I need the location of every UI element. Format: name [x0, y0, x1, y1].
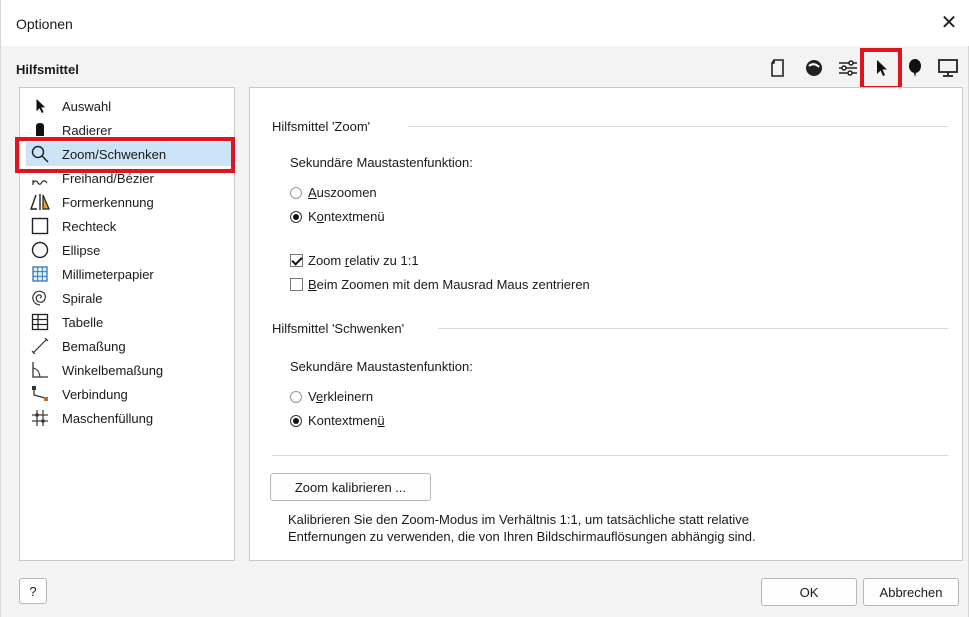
radio-verkleinern[interactable]: Verkleinern: [290, 389, 373, 404]
radio-label: Kontextmenü: [308, 209, 385, 224]
nav-label: Zoom/Schwenken: [62, 146, 167, 162]
checkbox[interactable]: [290, 254, 303, 267]
radio-button[interactable]: [290, 414, 302, 427]
nav-item-auswahl[interactable]: Auswahl: [26, 94, 232, 118]
title-bar: Optionen ✕: [1, 0, 969, 46]
color-ball-icon[interactable]: [801, 54, 827, 82]
nav-label: Formerkennung: [62, 194, 154, 210]
pan-secondary-label: Sekundäre Maustastenfunktion:: [290, 359, 473, 374]
radio-button[interactable]: [290, 210, 302, 223]
settings-panel: Hilfsmittel 'Zoom' Sekundäre Maustastenf…: [249, 87, 963, 561]
nav-item-winkelbemassung[interactable]: Winkelbemaßung: [26, 358, 232, 382]
monitor-icon[interactable]: [935, 54, 961, 82]
sliders-icon[interactable]: [835, 54, 861, 82]
radio-kontextmenue-zoom[interactable]: Kontextmenü: [290, 209, 385, 224]
zoom-group-label: Hilfsmittel 'Zoom': [272, 119, 371, 134]
angle-dimension-icon: [29, 359, 51, 381]
calibrate-zoom-button[interactable]: Zoom kalibrieren ...: [270, 473, 431, 501]
divider: [272, 455, 948, 456]
radio-button[interactable]: [290, 390, 302, 403]
pointer-icon: [29, 95, 51, 117]
nav-item-rechteck[interactable]: Rechteck: [26, 214, 232, 238]
pan-group-label: Hilfsmittel 'Schwenken': [272, 321, 405, 336]
section-title: Hilfsmittel: [16, 62, 79, 77]
check-zoom-relativ[interactable]: Zoom relativ zu 1:1: [290, 253, 419, 268]
nav-item-bemassung[interactable]: Bemaßung: [26, 334, 232, 358]
nav-item-millimeterpapier[interactable]: Millimeterpapier: [26, 262, 232, 286]
toolbar-highlight-box: [860, 48, 902, 90]
tools-list: Auswahl Radierer Zoom/Schwenken Freihand…: [19, 87, 235, 561]
nav-label: Radierer: [62, 122, 112, 138]
radio-label: Kontextmenü: [308, 413, 385, 428]
freehand-icon: [29, 167, 51, 189]
nav-item-zoom-schwenken[interactable]: Zoom/Schwenken: [26, 142, 232, 166]
nav-label: Auswahl: [62, 98, 112, 114]
mesh-fill-icon: [29, 407, 51, 429]
nav-item-ellipse[interactable]: Ellipse: [26, 238, 232, 262]
checkbox-label: Beim Zoomen mit dem Mausrad Maus zentrie…: [308, 277, 590, 292]
radio-label: Verkleinern: [308, 389, 374, 404]
nav-item-maschenfuellung[interactable]: Maschenfüllung: [26, 406, 232, 430]
close-button[interactable]: ✕: [934, 8, 964, 38]
spiral-icon: [29, 287, 51, 309]
nav-label: Rechteck: [62, 218, 117, 234]
nav-item-tabelle[interactable]: Tabelle: [26, 310, 232, 334]
nav-label: Ellipse: [62, 242, 101, 258]
radio-label: Auszoomen: [308, 185, 377, 200]
connector-icon: [29, 383, 51, 405]
graph-paper-icon: [29, 263, 51, 285]
shape-recognition-icon: [29, 191, 51, 213]
nav-label: Spirale: [62, 290, 103, 306]
dimension-icon: [29, 335, 51, 357]
nav-label: Verbindung: [62, 386, 128, 402]
document-icon[interactable]: [765, 54, 791, 82]
nav-label: Bemaßung: [62, 338, 126, 354]
options-dialog: Optionen ✕ Hilfsmittel Auswahl Radierer …: [0, 0, 969, 617]
nav-item-verbindung[interactable]: Verbindung: [26, 382, 232, 406]
magnifier-icon: [29, 143, 51, 165]
checkbox-label: Zoom relativ zu 1:1: [308, 253, 419, 268]
radio-button[interactable]: [290, 186, 302, 199]
nav-label: Millimeterpapier: [62, 266, 154, 282]
category-toolbar: [765, 48, 965, 90]
eraser-icon: [29, 119, 51, 141]
ellipse-icon: [29, 239, 51, 261]
nav-item-spirale[interactable]: Spirale: [26, 286, 232, 310]
window-title: Optionen: [16, 16, 73, 32]
nav-label: Freihand/Bézier: [62, 170, 154, 186]
balloon-icon[interactable]: [902, 54, 928, 82]
ok-button[interactable]: OK: [761, 578, 857, 606]
nav-item-formerkennung[interactable]: Formerkennung: [26, 190, 232, 214]
radio-kontextmenue-pan[interactable]: Kontextmenü: [290, 413, 385, 428]
zoom-secondary-label: Sekundäre Maustastenfunktion:: [290, 155, 473, 170]
cancel-button[interactable]: Abbrechen: [863, 578, 959, 606]
nav-label: Winkelbemaßung: [62, 362, 164, 378]
group-divider: [438, 328, 948, 329]
calibrate-description: Kalibrieren Sie den Zoom-Modus im Verhäl…: [288, 512, 756, 544]
nav-label: Tabelle: [62, 314, 104, 330]
radio-auszoomen[interactable]: Auszoomen: [290, 185, 377, 200]
group-divider: [408, 126, 948, 127]
nav-label: Maschenfüllung: [62, 410, 154, 426]
checkbox[interactable]: [290, 278, 303, 291]
help-button[interactable]: ?: [19, 578, 47, 604]
nav-item-freihand-bezier[interactable]: Freihand/Bézier: [26, 166, 232, 190]
check-mausrad-zentrieren[interactable]: Beim Zoomen mit dem Mausrad Maus zentrie…: [290, 277, 590, 292]
table-icon: [29, 311, 51, 333]
nav-item-radierer[interactable]: Radierer: [26, 118, 232, 142]
rectangle-icon: [29, 215, 51, 237]
